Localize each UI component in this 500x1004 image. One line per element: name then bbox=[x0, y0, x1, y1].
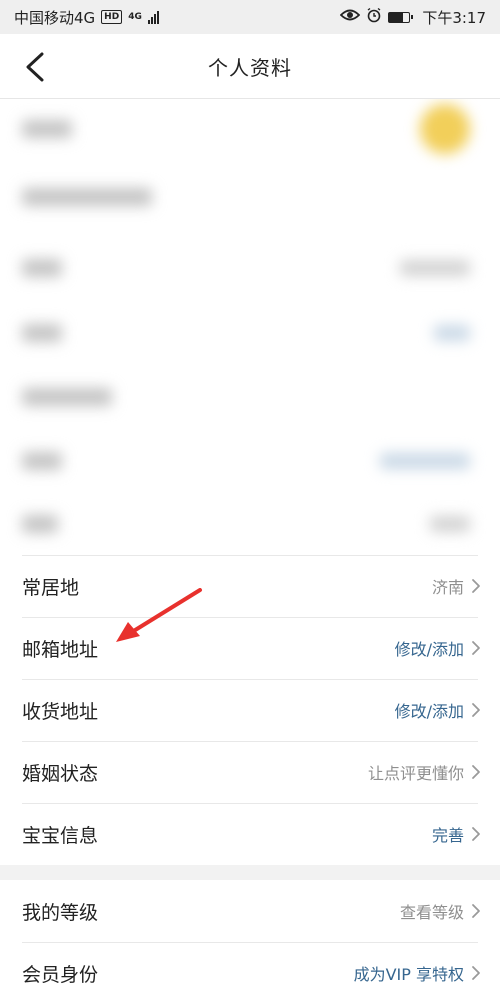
member-list: 我的等级 查看等级 会员身份 成为VIP 享特权 bbox=[0, 880, 500, 1004]
network-type-icon: 4G bbox=[128, 11, 142, 22]
list-item-label: 邮箱地址 bbox=[22, 638, 99, 661]
blurred-row bbox=[0, 429, 500, 493]
list-item-value-group: 修改/添加 bbox=[395, 636, 482, 660]
list-item-label: 宝宝信息 bbox=[22, 824, 99, 847]
blurred-content bbox=[0, 99, 500, 555]
blurred-profile-section bbox=[0, 99, 500, 555]
chevron-right-icon bbox=[472, 641, 480, 655]
list-item[interactable]: 宝宝信息 完善 bbox=[0, 803, 500, 865]
eye-icon bbox=[340, 8, 361, 26]
chevron-right-icon bbox=[472, 904, 480, 918]
status-bar: 中国移动4G HD 4G 下午3:17 bbox=[0, 0, 500, 34]
list-item-value: 济南 bbox=[431, 578, 464, 597]
list-item-label: 婚姻状态 bbox=[22, 762, 99, 785]
list-item-label: 常居地 bbox=[22, 576, 80, 599]
blurred-row bbox=[0, 159, 500, 235]
list-item-label: 会员身份 bbox=[22, 963, 99, 986]
hd-icon: HD bbox=[101, 10, 123, 24]
list-item-value: 完善 bbox=[431, 826, 464, 845]
list-item-value: 修改/添加 bbox=[394, 702, 464, 721]
status-right: 下午3:17 bbox=[340, 7, 486, 28]
status-left: 中国移动4G HD 4G bbox=[14, 7, 159, 28]
battery-icon bbox=[388, 11, 414, 23]
chevron-right-icon bbox=[472, 579, 480, 593]
list-item-label: 我的等级 bbox=[22, 901, 99, 924]
page-title: 个人资料 bbox=[208, 55, 292, 80]
chevron-right-icon bbox=[472, 827, 480, 841]
profile-list: 常居地 济南 邮箱地址 修改/添加 收货地址 修改/添加 婚姻状态 让点评更懂你… bbox=[0, 555, 500, 865]
blurred-row bbox=[0, 493, 500, 555]
list-item-value-group: 成为VIP 享特权 bbox=[354, 961, 482, 985]
list-item[interactable]: 收货地址 修改/添加 bbox=[0, 679, 500, 741]
list-item-label: 收货地址 bbox=[22, 700, 99, 723]
chevron-right-icon bbox=[472, 765, 480, 779]
section-gap bbox=[0, 865, 500, 880]
list-item-value-group: 修改/添加 bbox=[395, 698, 482, 722]
chevron-left-icon bbox=[26, 52, 44, 82]
nav-bar: 个人资料 bbox=[0, 34, 500, 99]
list-item[interactable]: 我的等级 查看等级 bbox=[0, 880, 500, 942]
alarm-icon bbox=[366, 7, 382, 27]
clock-label: 下午3:17 bbox=[422, 8, 486, 27]
back-button[interactable] bbox=[18, 50, 52, 84]
list-item-value: 让点评更懂你 bbox=[367, 764, 464, 783]
carrier-label: 中国移动4G bbox=[14, 8, 96, 27]
list-item[interactable]: 会员身份 成为VIP 享特权 bbox=[0, 942, 500, 1004]
signal-icon bbox=[147, 10, 159, 24]
blurred-row bbox=[0, 99, 500, 159]
list-item[interactable]: 常居地 济南 bbox=[0, 555, 500, 617]
list-item-value-group: 查看等级 bbox=[400, 899, 482, 923]
list-item-value-group: 济南 bbox=[432, 574, 482, 598]
list-item-value: 查看等级 bbox=[399, 903, 464, 922]
list-item[interactable]: 邮箱地址 修改/添加 bbox=[0, 617, 500, 679]
blurred-row bbox=[0, 301, 500, 365]
list-item-value: 修改/添加 bbox=[394, 640, 464, 659]
list-item-value: 成为VIP 享特权 bbox=[353, 965, 464, 984]
blurred-row bbox=[0, 235, 500, 301]
avatar bbox=[420, 104, 470, 154]
blurred-row bbox=[0, 365, 500, 429]
list-item-value-group: 让点评更懂你 bbox=[368, 760, 482, 784]
chevron-right-icon bbox=[472, 703, 480, 717]
chevron-right-icon bbox=[472, 966, 480, 980]
list-item[interactable]: 婚姻状态 让点评更懂你 bbox=[0, 741, 500, 803]
list-item-value-group: 完善 bbox=[432, 822, 482, 846]
